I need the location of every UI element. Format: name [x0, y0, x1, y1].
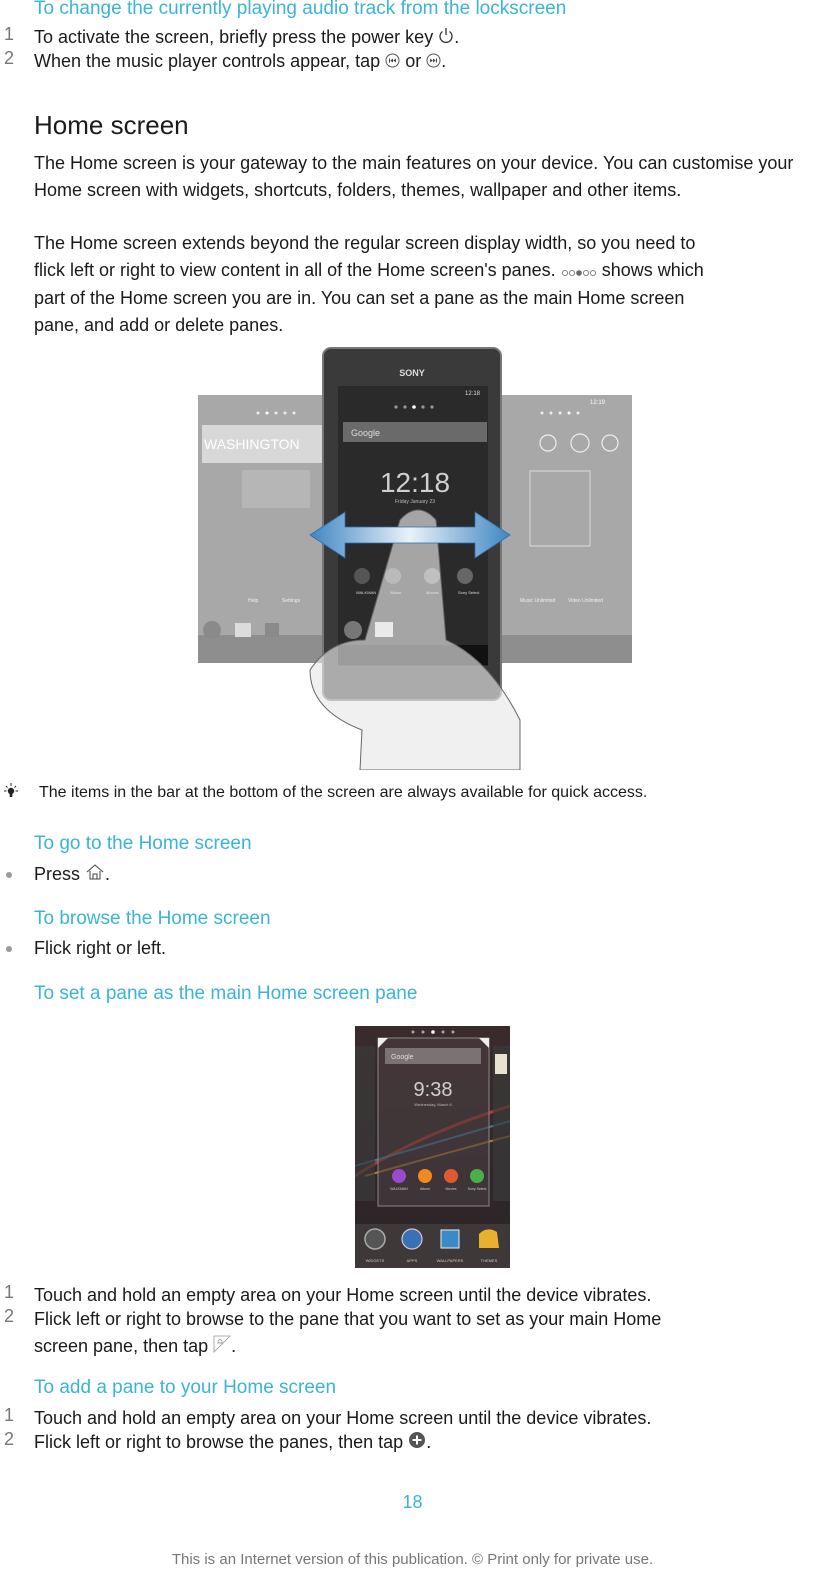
bullet-dot	[6, 872, 12, 878]
step-number: 2	[4, 48, 15, 68]
status-time: 12:19	[590, 400, 606, 406]
bullet-text-part: .	[105, 864, 111, 884]
step-text-line: screen pane, then tap .	[34, 1333, 661, 1361]
step-text-part: When the music player controls appear, t…	[34, 51, 386, 71]
clock: 9:38	[414, 1079, 453, 1101]
step-text-part: screen pane, then tap	[34, 1336, 214, 1356]
paragraph-line: flick left or right to view content in a…	[34, 257, 824, 285]
home-screen-panes-paragraph: The Home screen extends beyond the regul…	[34, 230, 824, 339]
step-2: 2 Flick left or right to browse to the p…	[0, 1306, 825, 1360]
step-text-part: or	[400, 51, 427, 71]
next-track-icon	[426, 49, 441, 76]
bullet-text: Press .	[34, 861, 110, 889]
date: Friday January 23	[395, 499, 435, 505]
left-widget-label: WASHINGTON	[204, 436, 300, 452]
dock-label: THEMES	[481, 1258, 498, 1263]
step-number: 1	[4, 24, 15, 44]
dock-label: WIDGETS	[366, 1258, 385, 1263]
step-text-part: Flick left or right to browse the panes,…	[34, 1432, 409, 1452]
app-label: Sony Select	[458, 590, 480, 595]
search-label: Google	[391, 1054, 414, 1061]
step-text-part: .	[426, 1432, 432, 1452]
add-pane-icon	[408, 1430, 426, 1457]
paragraph-line: part of the Home screen you are in. You …	[34, 287, 685, 308]
tip-text: The items in the bar at the bottom of th…	[39, 784, 648, 801]
section-heading-browse: To browse the Home screen	[34, 908, 271, 929]
bullet-text: Flick right or left.	[34, 938, 167, 958]
step-1: 1 To activate the screen, briefly press …	[0, 24, 825, 51]
edit-mode-screenshot: Google 9:38 Wednesday, March 6 WALKMAN A…	[354, 1026, 511, 1268]
step-1: 1 Touch and hold an empty area on your H…	[0, 1405, 825, 1432]
bullet-text-part: Press	[34, 864, 86, 884]
step-number: 2	[4, 1429, 15, 1449]
step-text-part: .	[454, 27, 460, 47]
step-number: 1	[4, 1405, 15, 1425]
previous-track-icon	[385, 49, 400, 76]
apps-icon	[401, 1228, 423, 1250]
app-label: Video Unlimited	[568, 598, 603, 604]
set-main-pane-icon	[213, 1334, 232, 1361]
date: Wednesday, March 6	[414, 1102, 452, 1107]
left-pane: WASHINGTON Help Settings	[198, 395, 328, 663]
wallpapers-icon	[440, 1229, 460, 1249]
tip-note: The items in the bar at the bottom of th…	[0, 783, 825, 807]
home-screen-flick-illustration: WASHINGTON Help Settings 12:19 Music Unl…	[190, 340, 640, 771]
status-time: 12:18	[465, 391, 481, 397]
right-pane: 12:19 Music Unlimited Video Unlimited	[502, 395, 632, 663]
app-label: Music Unlimited	[520, 598, 556, 604]
paragraph-line-part: flick left or right to view content in a…	[34, 260, 556, 280]
step-2: 2 Flick left or right to browse the pane…	[0, 1429, 825, 1456]
dock-label: WALLPAPERS	[437, 1258, 464, 1263]
home-icon	[85, 862, 105, 889]
step-text: Touch and hold an empty area on your Hom…	[34, 1408, 652, 1428]
section-heading-set-main-pane: To set a pane as the main Home screen pa…	[34, 983, 418, 1004]
step-1: 1 Touch and hold an empty area on your H…	[0, 1282, 825, 1309]
lightbulb-icon	[2, 783, 20, 806]
clock: 12:18	[380, 467, 450, 498]
section-heading-go-home: To go to the Home screen	[34, 833, 252, 854]
bullet-dot	[6, 946, 12, 952]
widgets-icon	[364, 1228, 386, 1250]
app-label: Album	[420, 1187, 430, 1191]
step-text-part: .	[441, 51, 447, 71]
footer-note: This is an Internet version of this publ…	[171, 1551, 654, 1568]
section-heading-lockscreen: To change the currently playing audio tr…	[34, 0, 567, 19]
step-number: 2	[4, 1306, 15, 1326]
step-text-part: To activate the screen, briefly press th…	[34, 27, 439, 47]
paragraph-line-part: shows which	[601, 260, 704, 280]
app-label: WALKMAN	[390, 1187, 408, 1191]
app-label: WALKMAN	[356, 590, 376, 595]
step-text: When the music player controls appear, t…	[34, 48, 446, 76]
bullet-item: Press .	[0, 861, 825, 888]
step-text-part: .	[231, 1336, 237, 1356]
step-text: Flick left or right to browse to the pan…	[34, 1306, 661, 1361]
paragraph-line: The Home screen extends beyond the regul…	[34, 233, 696, 253]
step-2: 2 When the music player controls appear,…	[0, 48, 825, 75]
bullet-item: Flick right or left.	[0, 935, 825, 962]
themes-icon	[479, 1229, 499, 1248]
app-label: Sony Select	[468, 1187, 487, 1191]
page-number: 18	[402, 1492, 423, 1512]
step-text-line: Flick left or right to browse to the pan…	[34, 1309, 662, 1329]
app-label: Settings	[282, 598, 301, 604]
search-label: Google	[351, 428, 380, 438]
brand-logo: SONY	[399, 368, 425, 378]
home-screen-intro-paragraph: The Home screen is your gateway to the m…	[34, 153, 794, 200]
section-title-home-screen: Home screen	[34, 110, 189, 140]
step-number: 1	[4, 1282, 15, 1302]
step-text: Touch and hold an empty area on your Hom…	[34, 1285, 652, 1305]
app-label: Movies	[445, 1187, 456, 1191]
step-text: Flick left or right to browse the panes,…	[34, 1429, 431, 1457]
section-heading-add-pane: To add a pane to your Home screen	[34, 1377, 337, 1398]
pane-indicator-icon	[561, 258, 597, 285]
app-label: Help	[248, 598, 259, 604]
dock-label: APPS	[407, 1258, 418, 1263]
paragraph-line: pane, and add or delete panes.	[34, 314, 284, 335]
